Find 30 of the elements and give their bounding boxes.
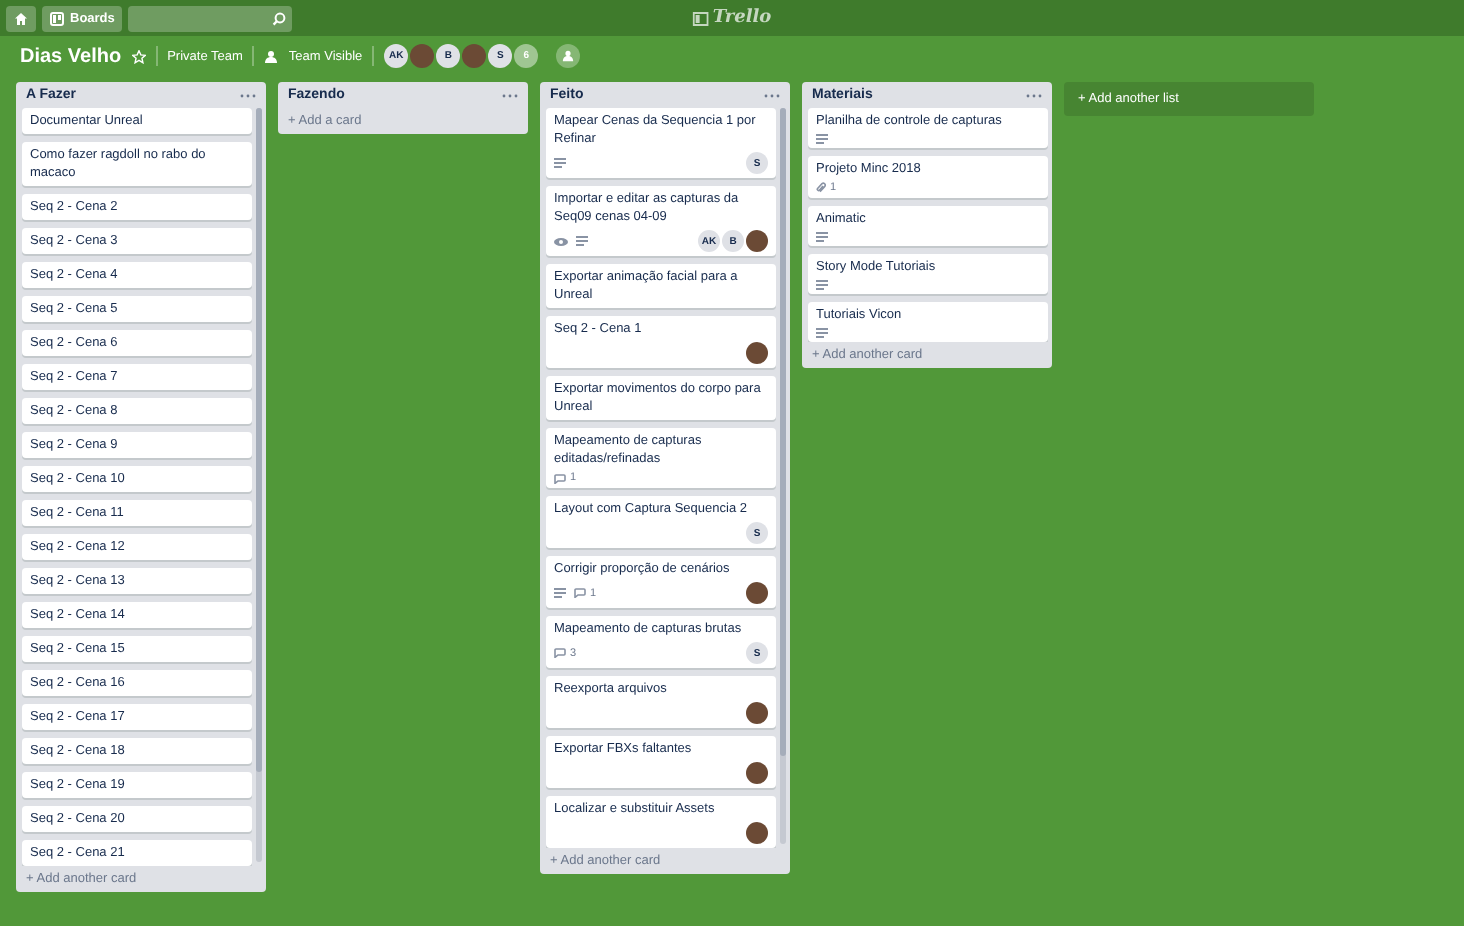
comment-icon [574,588,586,598]
avatar-icon[interactable] [746,762,768,784]
scrollbar[interactable] [256,108,262,862]
comment-icon [554,648,566,658]
invite-icon[interactable] [556,44,581,68]
board-icon [50,11,64,25]
avatar-icon[interactable] [746,702,768,724]
paperclip-icon [816,182,826,194]
description-icon [554,158,566,168]
board-icon [692,11,709,25]
description-icon [816,280,828,290]
star-icon[interactable] [131,49,146,63]
search-icon [272,11,287,25]
eye-icon [554,237,568,245]
avatar-icon[interactable] [746,582,768,604]
home-button[interactable] [6,5,36,31]
description-icon [816,134,828,144]
scrollbar[interactable] [780,108,786,844]
description-icon [554,588,566,598]
description-icon [576,236,588,246]
comment-icon [554,473,566,483]
team-icon [264,49,279,63]
board-title[interactable]: Dias Velho [20,45,122,67]
description-icon [816,328,828,338]
description-icon [816,232,828,242]
avatar-icon[interactable] [746,822,768,844]
search-field[interactable] [128,5,293,31]
avatar-icon[interactable] [746,342,768,364]
home-icon [14,11,28,25]
avatar-icon[interactable] [746,230,768,252]
